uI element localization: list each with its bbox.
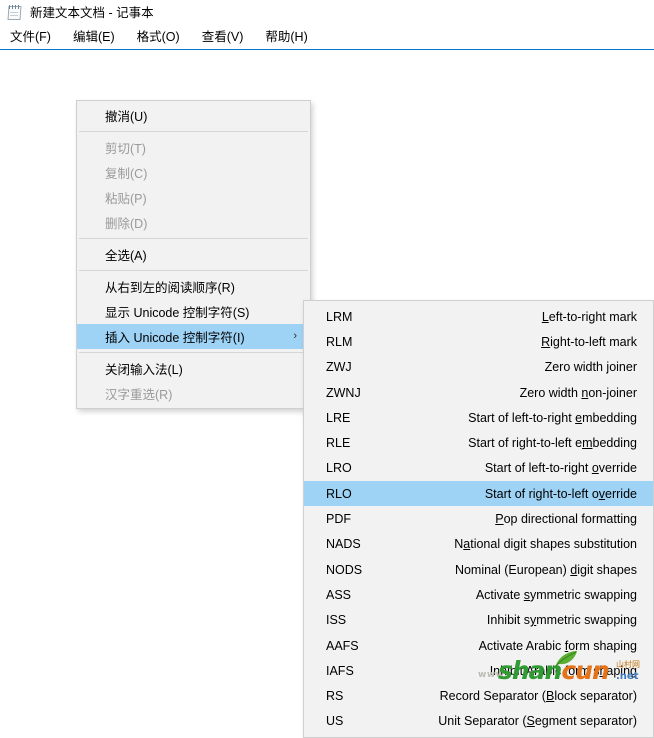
submenu-item-pdf[interactable]: PDF Pop directional formatting xyxy=(304,506,653,531)
context-menu-item-rtl-reading-order[interactable]: 从右到左的阅读顺序(R) xyxy=(77,274,310,299)
context-menu-item-label: 粘贴(P) xyxy=(105,192,147,206)
editor-context-menu: 撤消(U) 剪切(T) 复制(C) 粘贴(P) 删除(D) 全选(A) 从右到左… xyxy=(76,100,311,409)
submenu-item-description: Activate symmetric swapping xyxy=(475,587,637,602)
submenu-item-code: RLM xyxy=(326,334,353,349)
context-menu-item-label: 删除(D) xyxy=(105,217,148,231)
submenu-item-description: Unit Separator (Segment separator) xyxy=(438,714,637,729)
context-menu-item-reconvert[interactable]: 汉字重选(R) xyxy=(77,381,310,406)
submenu-item-code: RLE xyxy=(326,436,351,451)
submenu-item-code: LRE xyxy=(326,410,351,425)
submenu-item-code: RLO xyxy=(326,486,352,501)
context-menu-separator xyxy=(79,270,308,271)
context-menu-separator xyxy=(79,238,308,239)
context-menu-item-copy[interactable]: 复制(C) xyxy=(77,160,310,185)
submenu-item-aafs[interactable]: AAFS Activate Arabic form shaping xyxy=(304,633,653,658)
submenu-item-code: US xyxy=(326,714,344,729)
context-menu-separator xyxy=(79,131,308,132)
submenu-item-description: Pop directional formatting xyxy=(495,512,637,527)
submenu-item-code: ISS xyxy=(326,613,347,628)
submenu-item-description: Inhibit Arabic form shaping xyxy=(489,663,637,678)
submenu-item-rle[interactable]: RLE Start of right-to-left embedding xyxy=(304,430,653,455)
submenu-item-code: NODS xyxy=(326,562,363,577)
submenu-item-description: Zero width joiner xyxy=(544,360,637,375)
submenu-item-lre[interactable]: LRE Start of left-to-right embedding xyxy=(304,405,653,430)
submenu-item-description: Nominal (European) digit shapes xyxy=(454,562,637,577)
context-menu-item-delete[interactable]: 删除(D) xyxy=(77,210,310,235)
submenu-item-description: Start of right-to-left embedding xyxy=(468,436,637,451)
submenu-item-us[interactable]: US Unit Separator (Segment separator) xyxy=(304,709,653,734)
context-menu-item-close-ime[interactable]: 关闭输入法(L) xyxy=(77,356,310,381)
context-menu-item-cut[interactable]: 剪切(T) xyxy=(77,135,310,160)
submenu-item-description: Record Separator (Block separator) xyxy=(439,689,637,704)
context-menu-item-label: 复制(C) xyxy=(105,167,148,181)
submenu-item-description: Inhibit symmetric swapping xyxy=(486,613,637,628)
context-menu-item-label: 关闭输入法(L) xyxy=(105,363,183,377)
context-menu-item-label: 全选(A) xyxy=(105,249,147,263)
menubar-item-format[interactable]: 格式(O) xyxy=(126,27,191,48)
context-menu-item-paste[interactable]: 粘贴(P) xyxy=(77,185,310,210)
menubar-item-help[interactable]: 帮助(H) xyxy=(254,27,318,48)
submenu-item-code: LRO xyxy=(326,461,352,476)
submenu-item-description: Start of left-to-right override xyxy=(484,461,637,476)
submenu-item-description: National digit shapes substitution xyxy=(454,537,637,552)
submenu-item-code: ZWJ xyxy=(326,360,352,375)
context-menu-item-undo[interactable]: 撤消(U) xyxy=(77,103,310,128)
submenu-item-ass[interactable]: ASS Activate symmetric swapping xyxy=(304,582,653,607)
unicode-control-characters-submenu: LRM Left-to-right mark RLM Right-to-left… xyxy=(303,300,654,738)
submenu-item-rlm[interactable]: RLM Right-to-left mark xyxy=(304,329,653,354)
submenu-item-zwj[interactable]: ZWJ Zero width joiner xyxy=(304,355,653,380)
submenu-item-description: Zero width non-joiner xyxy=(519,385,637,400)
submenu-item-iss[interactable]: ISS Inhibit symmetric swapping xyxy=(304,608,653,633)
submenu-item-description: Activate Arabic form shaping xyxy=(478,638,637,653)
context-menu-item-label: 撤消(U) xyxy=(105,110,148,124)
context-menu-item-label: 插入 Unicode 控制字符(I) xyxy=(105,331,245,345)
submenu-item-code: ZWNJ xyxy=(326,385,361,400)
notepad-icon xyxy=(7,5,23,21)
submenu-item-code: NADS xyxy=(326,537,361,552)
context-menu-item-label: 汉字重选(R) xyxy=(105,388,173,402)
submenu-item-lrm[interactable]: LRM Left-to-right mark xyxy=(304,304,653,329)
submenu-item-lro[interactable]: LRO Start of left-to-right override xyxy=(304,456,653,481)
window-title: 新建文本文档 - 记事本 xyxy=(30,6,154,20)
context-menu-item-show-unicode-control-characters[interactable]: 显示 Unicode 控制字符(S) xyxy=(77,299,310,324)
submenu-item-description: Right-to-left mark xyxy=(541,334,637,349)
submenu-item-rlo[interactable]: RLO Start of right-to-left override xyxy=(304,481,653,507)
context-menu-separator xyxy=(79,352,308,353)
submenu-item-code: PDF xyxy=(326,512,351,527)
menubar-item-file[interactable]: 文件(F) xyxy=(0,27,62,48)
submenu-item-code: ASS xyxy=(326,587,352,602)
submenu-item-code: AAFS xyxy=(326,638,359,653)
submenu-item-iafs[interactable]: IAFS Inhibit Arabic form shaping xyxy=(304,658,653,683)
title-bar: 新建文本文档 - 记事本 xyxy=(0,0,654,26)
submenu-item-description: Start of left-to-right embedding xyxy=(468,410,637,425)
submenu-item-rs[interactable]: RS Record Separator (Block separator) xyxy=(304,683,653,708)
submenu-item-nads[interactable]: NADS National digit shapes substitution xyxy=(304,532,653,557)
submenu-item-code: LRM xyxy=(326,309,353,324)
submenu-item-zwnj[interactable]: ZWNJ Zero width non-joiner xyxy=(304,380,653,405)
submenu-item-description: Left-to-right mark xyxy=(541,309,637,324)
submenu-item-code: IAFS xyxy=(326,663,354,678)
chevron-right-icon: › xyxy=(293,330,297,342)
context-menu-item-label: 从右到左的阅读顺序(R) xyxy=(105,281,235,295)
submenu-item-description: Start of right-to-left override xyxy=(484,486,637,501)
submenu-item-nods[interactable]: NODS Nominal (European) digit shapes xyxy=(304,557,653,582)
menubar-item-view[interactable]: 查看(V) xyxy=(191,27,255,48)
menu-bar: 文件(F) 编辑(E) 格式(O) 查看(V) 帮助(H) xyxy=(0,26,654,49)
context-menu-item-insert-unicode-control-character[interactable]: 插入 Unicode 控制字符(I) › xyxy=(77,324,310,349)
context-menu-item-select-all[interactable]: 全选(A) xyxy=(77,242,310,267)
submenu-item-code: RS xyxy=(326,689,344,704)
context-menu-item-label: 剪切(T) xyxy=(105,142,146,156)
context-menu-item-label: 显示 Unicode 控制字符(S) xyxy=(105,306,250,320)
menubar-item-edit[interactable]: 编辑(E) xyxy=(62,27,126,48)
